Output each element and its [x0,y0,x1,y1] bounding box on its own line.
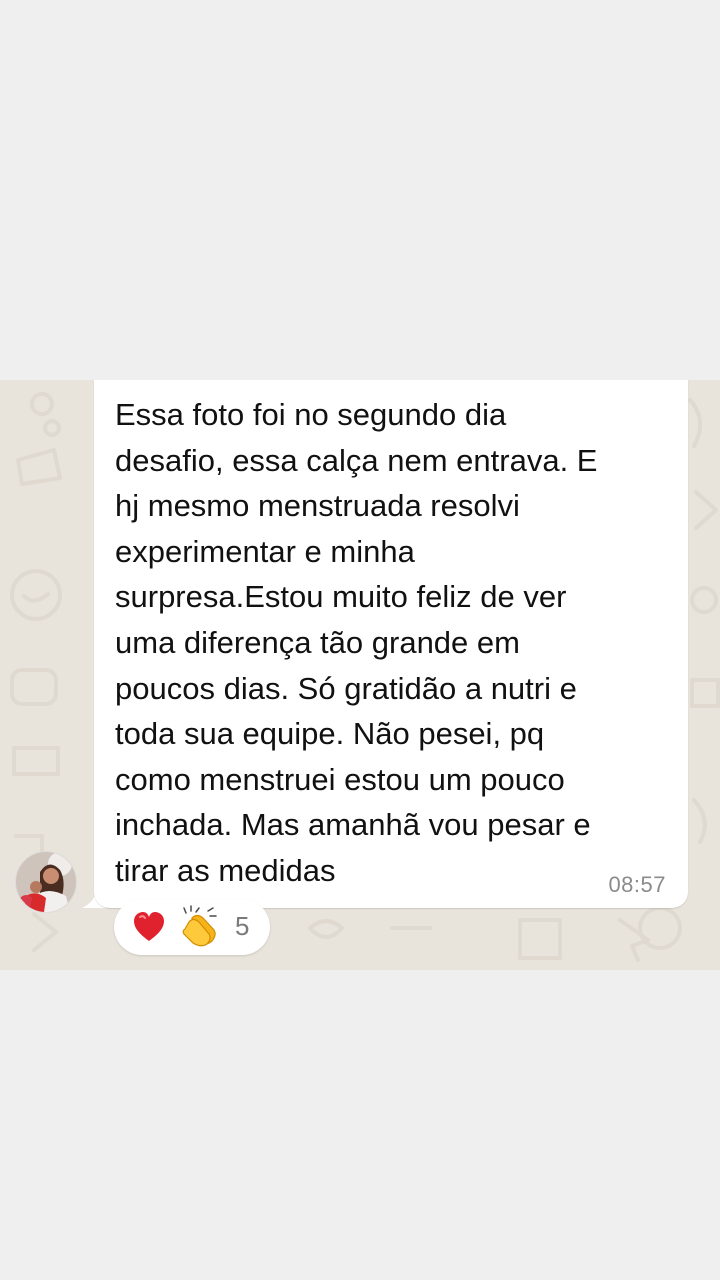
message-bubble[interactable]: Essa foto foi no segundo dia desafio, es… [82,380,688,908]
reactions-bar[interactable]: 5 [114,899,270,955]
chat-area: Essa foto foi no segundo dia desafio, es… [0,380,720,970]
message-text: Essa foto foi no segundo dia desafio, es… [115,397,598,888]
avatar-image [16,852,76,912]
heart-icon [134,912,164,941]
message-timestamp: 08:57 [608,872,666,897]
sender-avatar[interactable] [15,851,77,913]
clapping-hands-icon [182,905,217,947]
reaction-count: 5 [235,911,250,941]
message-body: Essa foto foi no segundo dia desafio, es… [94,380,688,908]
